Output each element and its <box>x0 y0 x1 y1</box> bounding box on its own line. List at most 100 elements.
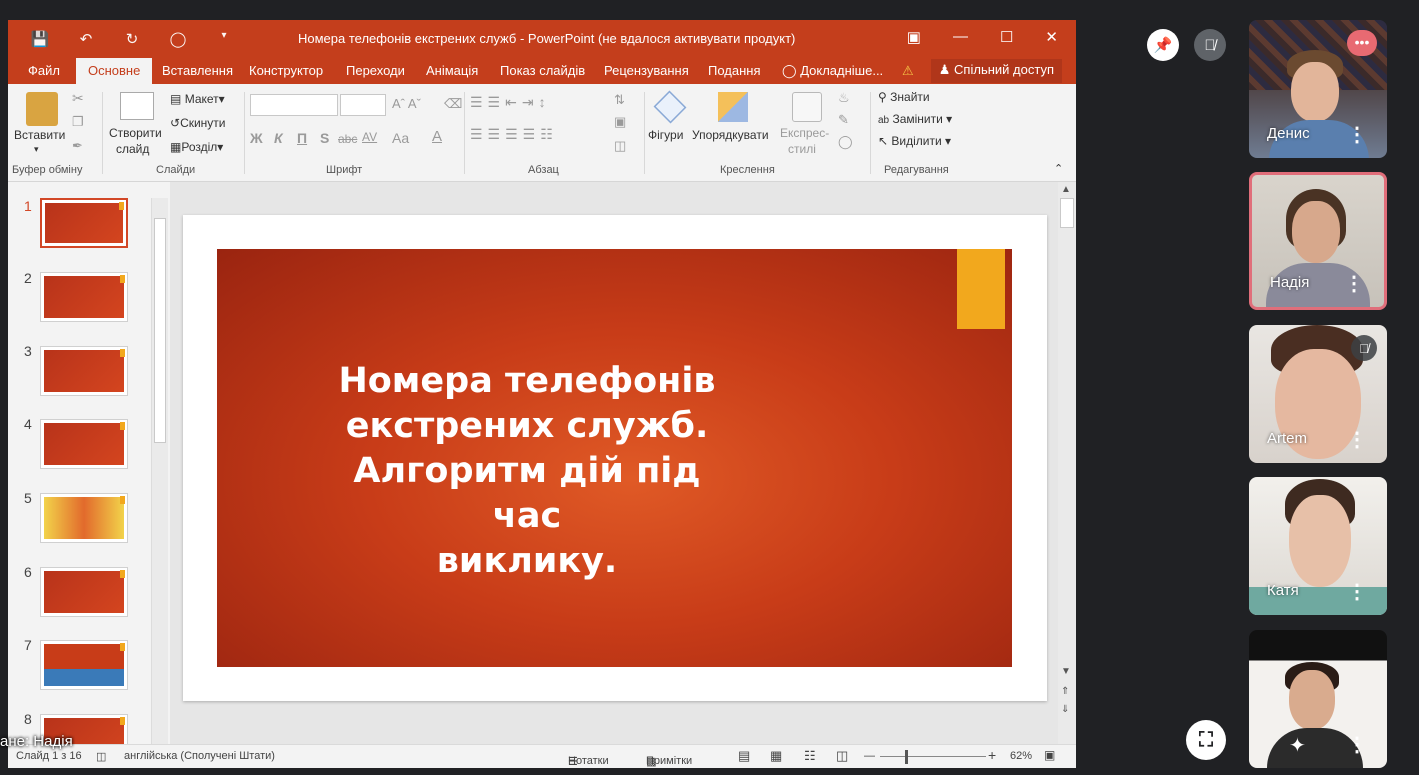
shape-fill-icon[interactable]: ♨ <box>838 90 850 106</box>
tab-design[interactable]: Конструктор <box>249 63 323 78</box>
mic-off-icon[interactable]: 🎙̸ <box>1194 29 1226 61</box>
list-buttons[interactable]: ☰☰⇤⇥↕ <box>470 94 551 111</box>
undo-icon[interactable]: ↶ <box>76 30 96 48</box>
select-button[interactable]: ↖ Виділити ▾ <box>878 134 951 148</box>
quick-styles-button-line2[interactable]: стилі <box>788 142 816 156</box>
close-icon[interactable]: ✕ <box>1045 28 1058 46</box>
paste-icon[interactable] <box>26 92 58 126</box>
pin-icon[interactable]: 📌 <box>1147 29 1179 61</box>
participant-tile-artem[interactable]: 🎙̸ Artem ⋮ <box>1249 325 1387 463</box>
tab-home[interactable]: Основне <box>76 58 153 84</box>
section-button[interactable]: ▦Розділ▾ <box>170 140 223 154</box>
thumbnail-slide-1[interactable] <box>40 198 128 248</box>
smartart-icon[interactable]: ◫ <box>614 138 626 154</box>
language-label[interactable]: англійська (Сполучені Штати) <box>124 750 275 762</box>
thumbnails-scroll-thumb[interactable] <box>154 218 166 443</box>
minimize-icon[interactable]: — <box>953 28 968 46</box>
zoom-level[interactable]: 62% <box>1010 750 1032 762</box>
shapes-icon[interactable] <box>653 90 687 124</box>
shapes-button[interactable]: Фігури <box>648 128 683 142</box>
shape-outline-icon[interactable]: ✎ <box>838 112 849 128</box>
font-family-field[interactable] <box>250 94 338 116</box>
participant-tile-katia[interactable]: Катя ⋮ <box>1249 477 1387 615</box>
replace-button[interactable]: ab Замінити ▾ <box>878 112 952 126</box>
prev-slide-icon[interactable]: ⇑ <box>1061 686 1069 697</box>
strikethrough-button[interactable]: abc <box>338 132 357 146</box>
copy-icon[interactable]: ❐ <box>72 114 84 130</box>
more-icon[interactable]: ⋮ <box>1347 125 1367 145</box>
share-button[interactable]: ♟ Спільний доступ <box>930 59 1062 83</box>
slideshow-view-icon[interactable]: ◫ <box>836 748 848 764</box>
fullscreen-icon[interactable]: ⛶ <box>1186 720 1226 760</box>
fit-to-window-icon[interactable]: ▣ <box>1044 748 1055 762</box>
more-icon[interactable]: ⋮ <box>1347 735 1367 755</box>
participant-tile-denys[interactable]: ••• Денис ⋮ <box>1249 20 1387 158</box>
participant-tile-5[interactable]: ✦ ⋮ <box>1249 630 1387 768</box>
slide-scrollbar[interactable]: ▲ ▼ ⇑ ⇓ <box>1058 182 1076 744</box>
new-slide-button-line2[interactable]: слайд <box>116 142 149 156</box>
paste-dropdown-icon[interactable]: ▾ <box>34 144 39 155</box>
arrange-button[interactable]: Упорядкувати <box>692 128 769 142</box>
format-painter-icon[interactable]: ✒ <box>72 138 83 154</box>
tab-insert[interactable]: Вставлення <box>162 63 233 78</box>
slide-scroll-thumb[interactable] <box>1060 198 1074 228</box>
zoom-in-icon[interactable]: + <box>988 747 996 763</box>
slide-sorter-icon[interactable]: ▦ <box>770 748 782 764</box>
thumbnail-slide-3[interactable] <box>40 346 128 396</box>
quick-styles-button[interactable]: Експрес- <box>780 126 829 140</box>
thumbnails-scrollbar[interactable] <box>151 198 168 744</box>
next-slide-icon[interactable]: ⇓ <box>1061 704 1069 715</box>
slide-title-text[interactable]: Номера телефонів екстрених служб. Алгори… <box>317 359 737 584</box>
paste-button[interactable]: Вставити <box>14 128 65 142</box>
arrange-icon[interactable] <box>718 92 748 122</box>
more-icon[interactable]: ⋮ <box>1344 274 1364 294</box>
new-slide-button[interactable]: Створити <box>109 126 162 140</box>
maximize-icon[interactable]: ☐ <box>1000 28 1013 46</box>
thumbnail-slide-7[interactable] <box>40 640 128 690</box>
thumbnail-slide-2[interactable] <box>40 272 128 322</box>
align-text-icon[interactable]: ▣ <box>614 114 626 130</box>
shape-effects-icon[interactable]: ◯ <box>838 134 853 150</box>
thumbnail-slide-4[interactable] <box>40 419 128 469</box>
shadow-button[interactable]: S <box>320 130 329 146</box>
tab-animations[interactable]: Анімація <box>426 63 478 78</box>
cut-icon[interactable]: ✂ <box>72 90 84 107</box>
zoom-out-icon[interactable]: — <box>864 750 875 762</box>
tab-review[interactable]: Рецензування <box>604 63 689 78</box>
grow-font-icon[interactable]: Aˆ Aˇ <box>392 96 421 111</box>
tab-transitions[interactable]: Переходи <box>346 63 405 78</box>
quick-styles-icon[interactable] <box>792 92 822 122</box>
present-icon[interactable]: ◯ <box>168 30 188 48</box>
scroll-up-icon[interactable]: ▲ <box>1061 184 1071 195</box>
clear-format-icon[interactable]: ⌫ <box>444 96 462 112</box>
underline-button[interactable]: П <box>297 130 307 146</box>
tab-view[interactable]: Подання <box>708 63 761 78</box>
save-icon[interactable]: 💾 <box>30 30 50 48</box>
current-slide[interactable]: Номера телефонів екстрених служб. Алгори… <box>183 215 1047 701</box>
align-buttons[interactable]: ☰☰☰☰☷ <box>470 126 558 143</box>
more-icon[interactable]: ⋮ <box>1347 430 1367 450</box>
warning-icon[interactable]: ⚠ <box>902 63 914 79</box>
new-slide-icon[interactable] <box>120 92 154 120</box>
font-color-button[interactable]: A <box>432 128 442 145</box>
redo-icon[interactable]: ↻ <box>122 30 142 48</box>
zoom-slider-handle[interactable] <box>905 750 908 764</box>
find-button[interactable]: ⚲ Знайти <box>878 90 930 104</box>
scroll-down-icon[interactable]: ▼ <box>1061 666 1071 677</box>
italic-button[interactable]: К <box>274 130 283 146</box>
collapse-ribbon-icon[interactable]: ⌃ <box>1054 162 1063 175</box>
tab-slideshow[interactable]: Показ слайдів <box>500 63 585 78</box>
thumbnail-slide-6[interactable] <box>40 567 128 617</box>
participant-tile-nadiia[interactable]: Надія ⋮ <box>1249 172 1387 310</box>
reset-button[interactable]: ↺Скинути <box>170 116 226 130</box>
change-case-button[interactable]: Aa <box>392 130 409 146</box>
tab-file[interactable]: Файл <box>28 63 60 78</box>
bold-button[interactable]: Ж <box>250 130 263 146</box>
char-spacing-button[interactable]: AV <box>362 130 377 144</box>
reading-view-icon[interactable]: ☷ <box>804 748 816 764</box>
thumbnail-slide-5[interactable] <box>40 493 128 543</box>
customize-toolbar-icon[interactable]: ▾ <box>214 30 234 48</box>
restore-ribbon-icon[interactable]: ▣ <box>907 28 921 46</box>
more-icon[interactable]: ⋮ <box>1347 582 1367 602</box>
normal-view-icon[interactable]: ▤ <box>738 748 750 764</box>
